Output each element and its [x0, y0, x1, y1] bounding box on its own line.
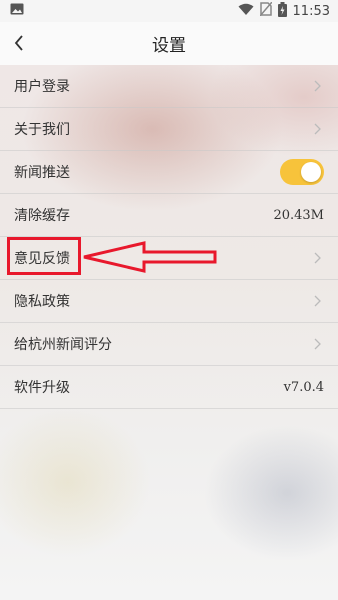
no-sim-icon [258, 1, 273, 20]
settings-row-label: 新闻推送 [14, 165, 70, 181]
app-header: 设置 [0, 22, 338, 65]
settings-row-about[interactable]: 关于我们 [0, 108, 338, 151]
version-value: v7.0.4 [283, 379, 324, 395]
chevron-right-icon [314, 122, 324, 136]
back-button[interactable] [8, 32, 30, 54]
battery-icon [277, 1, 287, 21]
settings-row-push: 新闻推送 [0, 151, 338, 194]
page-title: 设置 [152, 36, 186, 56]
status-bar: 11:53 [0, 0, 338, 22]
settings-row-feedback[interactable]: 意见反馈 [0, 237, 338, 280]
settings-row-label: 清除缓存 [14, 208, 70, 224]
settings-row-label: 给杭州新闻评分 [14, 337, 112, 353]
settings-row-label: 关于我们 [14, 122, 70, 138]
settings-row-label: 隐私政策 [14, 294, 70, 310]
chevron-right-icon [314, 251, 324, 265]
settings-panel: 用户登录 关于我们 新闻推送 清除缓存 20.43M 意见反馈 隐私政策 给杭州… [0, 65, 338, 600]
cache-size-value: 20.43M [273, 207, 324, 223]
toggle-knob [301, 162, 321, 182]
chevron-left-icon [14, 35, 23, 51]
push-toggle[interactable] [280, 159, 324, 185]
settings-row-label: 软件升级 [14, 380, 70, 396]
clock-text: 11:53 [292, 3, 330, 19]
settings-row-label: 用户登录 [14, 79, 70, 95]
chevron-right-icon [314, 337, 324, 351]
settings-row-login[interactable]: 用户登录 [0, 65, 338, 108]
settings-row-rate[interactable]: 给杭州新闻评分 [0, 323, 338, 366]
settings-row-upgrade[interactable]: 软件升级 v7.0.4 [0, 366, 338, 409]
settings-row-clear-cache[interactable]: 清除缓存 20.43M [0, 194, 338, 237]
image-icon [10, 3, 24, 19]
chevron-right-icon [314, 294, 324, 308]
settings-list: 用户登录 关于我们 新闻推送 清除缓存 20.43M 意见反馈 隐私政策 给杭州… [0, 65, 338, 409]
chevron-right-icon [314, 79, 324, 93]
settings-row-label: 意见反馈 [14, 251, 70, 267]
settings-row-privacy[interactable]: 隐私政策 [0, 280, 338, 323]
wifi-icon [238, 3, 254, 20]
